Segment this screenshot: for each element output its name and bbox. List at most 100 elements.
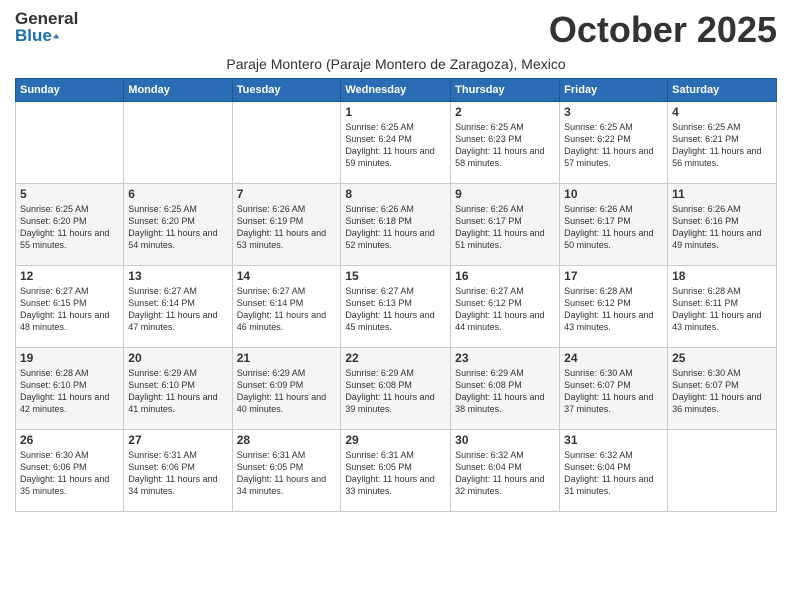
day-info: Sunrise: 6:28 AM Sunset: 6:12 PM Dayligh… bbox=[564, 285, 663, 334]
calendar-cell bbox=[668, 429, 777, 511]
calendar-cell bbox=[124, 101, 232, 183]
day-info: Sunrise: 6:31 AM Sunset: 6:05 PM Dayligh… bbox=[345, 449, 446, 498]
day-number: 16 bbox=[455, 269, 555, 283]
day-info: Sunrise: 6:32 AM Sunset: 6:04 PM Dayligh… bbox=[564, 449, 663, 498]
calendar-cell: 10 Sunrise: 6:26 AM Sunset: 6:17 PM Dayli… bbox=[560, 183, 668, 265]
day-info: Sunrise: 6:27 AM Sunset: 6:13 PM Dayligh… bbox=[345, 285, 446, 334]
page: General Blue October 2025 Paraje Montero… bbox=[0, 0, 792, 612]
day-number: 19 bbox=[20, 351, 119, 365]
day-number: 18 bbox=[672, 269, 772, 283]
day-number: 21 bbox=[237, 351, 337, 365]
day-info: Sunrise: 6:32 AM Sunset: 6:04 PM Dayligh… bbox=[455, 449, 555, 498]
logo-blue: Blue bbox=[15, 27, 52, 44]
day-number: 11 bbox=[672, 187, 772, 201]
day-info: Sunrise: 6:26 AM Sunset: 6:17 PM Dayligh… bbox=[564, 203, 663, 252]
logo-icon bbox=[53, 28, 59, 44]
day-info: Sunrise: 6:27 AM Sunset: 6:15 PM Dayligh… bbox=[20, 285, 119, 334]
day-number: 3 bbox=[564, 105, 663, 119]
calendar-cell: 26Sunrise: 6:30 AM Sunset: 6:06 PM Dayli… bbox=[16, 429, 124, 511]
day-number: 9 bbox=[455, 187, 555, 201]
calendar-cell: 22 Sunrise: 6:29 AM Sunset: 6:08 PM Dayli… bbox=[341, 347, 451, 429]
calendar-cell: 20Sunrise: 6:29 AM Sunset: 6:10 PM Dayli… bbox=[124, 347, 232, 429]
calendar-cell: 14 Sunrise: 6:27 AM Sunset: 6:14 PM Dayli… bbox=[232, 265, 341, 347]
day-number: 24 bbox=[564, 351, 663, 365]
calendar-week-2: 12 Sunrise: 6:27 AM Sunset: 6:15 PM Dayli… bbox=[16, 265, 777, 347]
day-number: 15 bbox=[345, 269, 446, 283]
calendar-cell: 13Sunrise: 6:27 AM Sunset: 6:14 PM Dayli… bbox=[124, 265, 232, 347]
calendar-cell: 2 Sunrise: 6:25 AM Sunset: 6:23 PM Daylig… bbox=[451, 101, 560, 183]
day-number: 4 bbox=[672, 105, 772, 119]
calendar-week-4: 26Sunrise: 6:30 AM Sunset: 6:06 PM Dayli… bbox=[16, 429, 777, 511]
calendar-header-thursday: Thursday bbox=[451, 78, 560, 101]
day-info: Sunrise: 6:27 AM Sunset: 6:14 PM Dayligh… bbox=[237, 285, 337, 334]
day-number: 2 bbox=[455, 105, 555, 119]
day-info: Sunrise: 6:25 AM Sunset: 6:21 PM Dayligh… bbox=[672, 121, 772, 170]
calendar-cell: 17 Sunrise: 6:28 AM Sunset: 6:12 PM Dayli… bbox=[560, 265, 668, 347]
calendar-cell: 7Sunrise: 6:26 AM Sunset: 6:19 PM Daylig… bbox=[232, 183, 341, 265]
day-number: 1 bbox=[345, 105, 446, 119]
day-number: 29 bbox=[345, 433, 446, 447]
header: General Blue October 2025 bbox=[15, 10, 777, 50]
day-number: 14 bbox=[237, 269, 337, 283]
calendar-week-3: 19 Sunrise: 6:28 AM Sunset: 6:10 PM Dayli… bbox=[16, 347, 777, 429]
day-number: 30 bbox=[455, 433, 555, 447]
day-number: 6 bbox=[128, 187, 227, 201]
day-number: 23 bbox=[455, 351, 555, 365]
day-info: Sunrise: 6:29 AM Sunset: 6:08 PM Dayligh… bbox=[455, 367, 555, 416]
day-number: 17 bbox=[564, 269, 663, 283]
calendar-header-friday: Friday bbox=[560, 78, 668, 101]
day-info: Sunrise: 6:29 AM Sunset: 6:08 PM Dayligh… bbox=[345, 367, 446, 416]
calendar-header-sunday: Sunday bbox=[16, 78, 124, 101]
title-block: October 2025 bbox=[549, 10, 777, 50]
day-info: Sunrise: 6:25 AM Sunset: 6:23 PM Dayligh… bbox=[455, 121, 555, 170]
day-number: 22 bbox=[345, 351, 446, 365]
calendar-cell: 4 Sunrise: 6:25 AM Sunset: 6:21 PM Daylig… bbox=[668, 101, 777, 183]
calendar-cell: 15 Sunrise: 6:27 AM Sunset: 6:13 PM Dayli… bbox=[341, 265, 451, 347]
day-info: Sunrise: 6:26 AM Sunset: 6:18 PM Dayligh… bbox=[345, 203, 446, 252]
day-number: 31 bbox=[564, 433, 663, 447]
calendar-cell: 27 Sunrise: 6:31 AM Sunset: 6:06 PM Dayli… bbox=[124, 429, 232, 511]
day-number: 28 bbox=[237, 433, 337, 447]
day-info: Sunrise: 6:25 AM Sunset: 6:24 PM Dayligh… bbox=[345, 121, 446, 170]
calendar-cell: 18 Sunrise: 6:28 AM Sunset: 6:11 PM Dayli… bbox=[668, 265, 777, 347]
day-number: 8 bbox=[345, 187, 446, 201]
calendar-cell: 23 Sunrise: 6:29 AM Sunset: 6:08 PM Dayli… bbox=[451, 347, 560, 429]
day-info: Sunrise: 6:28 AM Sunset: 6:11 PM Dayligh… bbox=[672, 285, 772, 334]
calendar-cell: 5 Sunrise: 6:25 AM Sunset: 6:20 PM Daylig… bbox=[16, 183, 124, 265]
day-info: Sunrise: 6:30 AM Sunset: 6:06 PM Dayligh… bbox=[20, 449, 119, 498]
day-info: Sunrise: 6:28 AM Sunset: 6:10 PM Dayligh… bbox=[20, 367, 119, 416]
day-info: Sunrise: 6:29 AM Sunset: 6:10 PM Dayligh… bbox=[128, 367, 227, 416]
day-info: Sunrise: 6:25 AM Sunset: 6:20 PM Dayligh… bbox=[20, 203, 119, 252]
calendar-cell: 30 Sunrise: 6:32 AM Sunset: 6:04 PM Dayli… bbox=[451, 429, 560, 511]
calendar-cell: 6 Sunrise: 6:25 AM Sunset: 6:20 PM Daylig… bbox=[124, 183, 232, 265]
calendar-header-saturday: Saturday bbox=[668, 78, 777, 101]
day-info: Sunrise: 6:30 AM Sunset: 6:07 PM Dayligh… bbox=[672, 367, 772, 416]
calendar-cell: 21Sunrise: 6:29 AM Sunset: 6:09 PM Dayli… bbox=[232, 347, 341, 429]
calendar-week-0: 1 Sunrise: 6:25 AM Sunset: 6:24 PM Daylig… bbox=[16, 101, 777, 183]
day-number: 12 bbox=[20, 269, 119, 283]
calendar-cell bbox=[232, 101, 341, 183]
calendar-cell: 25 Sunrise: 6:30 AM Sunset: 6:07 PM Dayli… bbox=[668, 347, 777, 429]
month-title: October 2025 bbox=[549, 10, 777, 50]
calendar-cell: 8 Sunrise: 6:26 AM Sunset: 6:18 PM Daylig… bbox=[341, 183, 451, 265]
day-number: 27 bbox=[128, 433, 227, 447]
calendar-table: SundayMondayTuesdayWednesdayThursdayFrid… bbox=[15, 78, 777, 512]
day-number: 13 bbox=[128, 269, 227, 283]
calendar-cell: 19 Sunrise: 6:28 AM Sunset: 6:10 PM Dayli… bbox=[16, 347, 124, 429]
day-info: Sunrise: 6:25 AM Sunset: 6:20 PM Dayligh… bbox=[128, 203, 227, 252]
calendar-cell: 1 Sunrise: 6:25 AM Sunset: 6:24 PM Daylig… bbox=[341, 101, 451, 183]
day-info: Sunrise: 6:31 AM Sunset: 6:06 PM Dayligh… bbox=[128, 449, 227, 498]
day-number: 5 bbox=[20, 187, 119, 201]
calendar-cell: 3Sunrise: 6:25 AM Sunset: 6:22 PM Daylig… bbox=[560, 101, 668, 183]
calendar-cell: 28 Sunrise: 6:31 AM Sunset: 6:05 PM Dayli… bbox=[232, 429, 341, 511]
day-info: Sunrise: 6:26 AM Sunset: 6:19 PM Dayligh… bbox=[237, 203, 337, 252]
calendar-week-1: 5 Sunrise: 6:25 AM Sunset: 6:20 PM Daylig… bbox=[16, 183, 777, 265]
calendar-cell: 31 Sunrise: 6:32 AM Sunset: 6:04 PM Dayli… bbox=[560, 429, 668, 511]
day-number: 10 bbox=[564, 187, 663, 201]
calendar-header-monday: Monday bbox=[124, 78, 232, 101]
day-info: Sunrise: 6:31 AM Sunset: 6:05 PM Dayligh… bbox=[237, 449, 337, 498]
calendar-header-tuesday: Tuesday bbox=[232, 78, 341, 101]
day-info: Sunrise: 6:30 AM Sunset: 6:07 PM Dayligh… bbox=[564, 367, 663, 416]
calendar-cell bbox=[16, 101, 124, 183]
day-number: 25 bbox=[672, 351, 772, 365]
